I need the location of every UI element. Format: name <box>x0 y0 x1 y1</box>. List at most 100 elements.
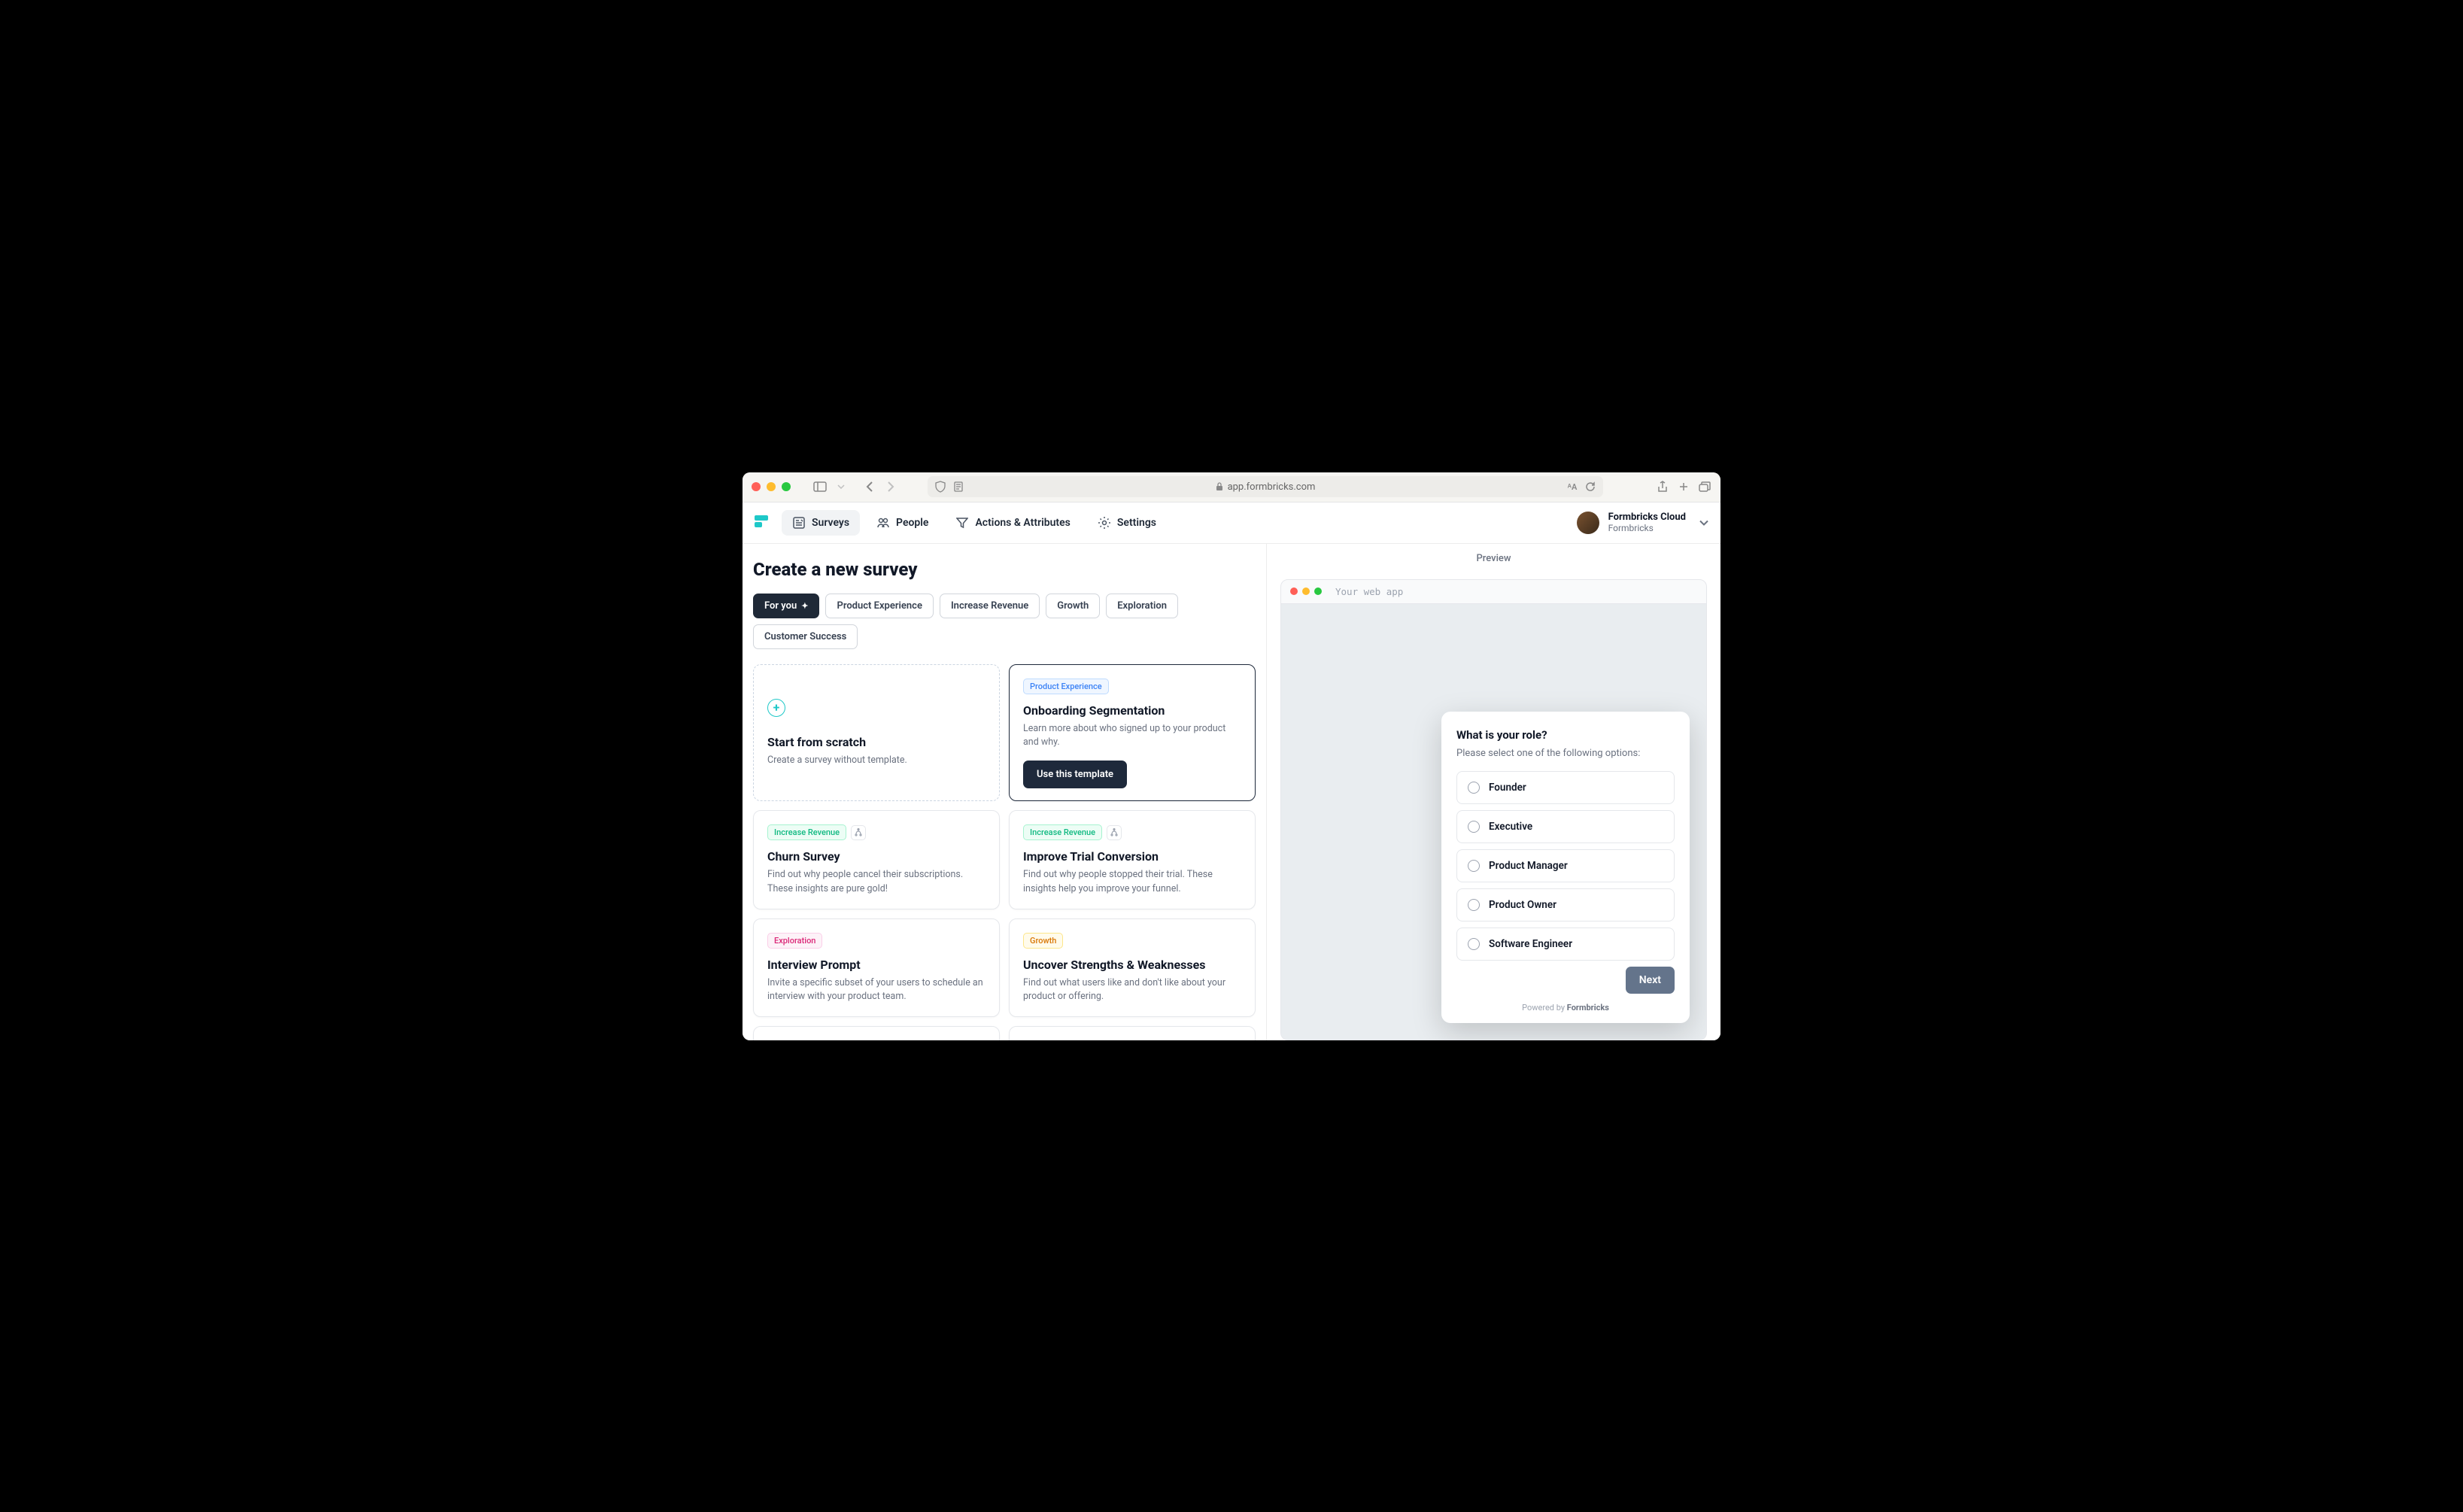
nav-settings[interactable]: Settings <box>1087 510 1167 536</box>
close-window-button[interactable] <box>752 482 761 491</box>
option-founder[interactable]: Founder <box>1456 771 1675 804</box>
forward-button[interactable] <box>884 480 897 493</box>
badge-increase-revenue: Increase Revenue <box>767 824 846 840</box>
card-desc: Find out why people cancel their subscri… <box>767 868 986 897</box>
badge-product-experience: Product Experience <box>1023 679 1109 694</box>
filter-for-you[interactable]: For you✦ <box>753 594 819 618</box>
avatar <box>1577 512 1599 534</box>
option-software-engineer[interactable]: Software Engineer <box>1456 928 1675 961</box>
maximize-window-button[interactable] <box>782 482 791 491</box>
filter-increase-revenue[interactable]: Increase Revenue <box>940 594 1040 618</box>
template-card-onboarding-segmentation[interactable]: Product Experience Onboarding Segmentati… <box>1009 664 1256 802</box>
back-button[interactable] <box>863 480 876 493</box>
content: Create a new survey For you✦ Product Exp… <box>743 544 1720 1040</box>
template-card-changing-subscription[interactable]: Increase Revenue Changing subscription e… <box>753 1026 1000 1040</box>
card-title: Start from scratch <box>767 735 986 749</box>
option-product-owner[interactable]: Product Owner <box>1456 888 1675 921</box>
nav-label: Actions & Attributes <box>975 517 1070 529</box>
sidebar-toggle-icon[interactable] <box>813 480 827 493</box>
card-title: Improve Trial Conversion <box>1023 849 1241 864</box>
frame-label: Your web app <box>1335 586 1403 597</box>
card-title: Churn Survey <box>767 849 986 864</box>
browser-window: app.formbricks.com ᴬA Surveys People <box>743 472 1720 1040</box>
filter-growth[interactable]: Growth <box>1046 594 1100 618</box>
new-tab-icon[interactable] <box>1677 480 1690 493</box>
template-card-uncover-strengths-weaknesses[interactable]: Growth Uncover Strengths & Weaknesses Fi… <box>1009 918 1256 1018</box>
template-card-churn-survey[interactable]: Increase Revenue Churn Survey Find out w… <box>753 810 1000 909</box>
formbricks-logo[interactable] <box>755 515 770 530</box>
account-switcher[interactable]: Formbricks Cloud Formbricks <box>1577 512 1708 534</box>
preview-tab-label: Preview <box>1267 544 1720 573</box>
option-executive[interactable]: Executive <box>1456 810 1675 843</box>
powered-by: Powered by Formbricks <box>1456 1003 1675 1013</box>
page-title: Create a new survey <box>753 559 1256 580</box>
template-card-identify-customer-goals[interactable]: Product Experience Identify Customer Goa… <box>1009 1026 1256 1040</box>
option-product-manager[interactable]: Product Manager <box>1456 849 1675 882</box>
nav-label: People <box>896 517 928 529</box>
reload-icon[interactable] <box>1584 480 1597 493</box>
settings-icon <box>1098 516 1111 530</box>
people-icon <box>876 516 890 530</box>
chevron-down-icon <box>1699 520 1708 526</box>
nav-surveys[interactable]: Surveys <box>782 510 860 536</box>
tabs-icon[interactable] <box>1698 480 1711 493</box>
address-bar[interactable]: app.formbricks.com ᴬA <box>928 476 1603 497</box>
template-card-improve-trial-conversion[interactable]: Increase Revenue Improve Trial Conversio… <box>1009 810 1256 909</box>
card-desc: Create a survey without template. <box>767 754 986 768</box>
preview-frame: Your web app What is your role? Please s… <box>1280 579 1707 1040</box>
lock-icon <box>1216 482 1223 491</box>
filter-customer-success[interactable]: Customer Success <box>753 624 858 649</box>
preview-panel: Preview Your web app What is your role? … <box>1266 544 1720 1040</box>
app-root: Surveys People Actions & Attributes Sett… <box>743 502 1720 1040</box>
reader-icon[interactable] <box>952 480 965 493</box>
radio-icon <box>1468 860 1480 872</box>
translate-icon[interactable]: ᴬA <box>1566 480 1579 493</box>
survey-widget: What is your role? Please select one of … <box>1441 712 1690 1023</box>
survey-subtext: Please select one of the following optio… <box>1456 748 1675 759</box>
minimize-window-button[interactable] <box>767 482 776 491</box>
card-title: Uncover Strengths & Weaknesses <box>1023 958 1241 972</box>
frame-body: What is your role? Please select one of … <box>1281 604 1706 1040</box>
start-from-scratch-card[interactable]: + Start from scratch Create a survey wit… <box>753 664 1000 802</box>
left-panel: Create a new survey For you✦ Product Exp… <box>743 544 1266 1040</box>
filter-product-experience[interactable]: Product Experience <box>825 594 933 618</box>
frame-traffic-lights <box>1290 587 1322 595</box>
frame-header: Your web app <box>1281 580 1706 604</box>
shield-icon[interactable] <box>934 480 947 493</box>
nav-actions-attributes[interactable]: Actions & Attributes <box>945 510 1080 536</box>
radio-icon <box>1468 899 1480 911</box>
nav-people[interactable]: People <box>866 510 939 536</box>
card-desc: Find out why people stopped their trial.… <box>1023 868 1241 897</box>
url-text: app.formbricks.com <box>1228 481 1316 493</box>
chevron-down-icon[interactable] <box>834 480 848 493</box>
card-title: Onboarding Segmentation <box>1023 703 1241 718</box>
toolbar-right-group <box>1656 480 1711 493</box>
filter-exploration[interactable]: Exploration <box>1106 594 1178 618</box>
nav-label: Settings <box>1117 517 1156 529</box>
badge-growth: Growth <box>1023 933 1063 949</box>
filter-bar: For you✦ Product Experience Increase Rev… <box>753 594 1256 649</box>
survey-question: What is your role? <box>1456 728 1675 742</box>
share-icon[interactable] <box>1656 480 1669 493</box>
app-header: Surveys People Actions & Attributes Sett… <box>743 502 1720 544</box>
card-desc: Invite a specific subset of your users t… <box>767 976 986 1005</box>
next-button[interactable]: Next <box>1626 967 1675 994</box>
account-name: Formbricks Cloud <box>1608 512 1686 523</box>
card-desc: Learn more about who signed up to your p… <box>1023 722 1241 751</box>
browser-toolbar: app.formbricks.com ᴬA <box>743 472 1720 502</box>
card-desc: Find out what users like and don't like … <box>1023 976 1241 1005</box>
badge-increase-revenue: Increase Revenue <box>1023 824 1102 840</box>
nav-label: Surveys <box>812 517 849 529</box>
filter-icon <box>955 516 969 530</box>
radio-icon <box>1468 821 1480 833</box>
radio-icon <box>1468 782 1480 794</box>
window-traffic-lights[interactable] <box>752 482 791 491</box>
radio-icon <box>1468 938 1480 950</box>
sparkle-icon: ✦ <box>801 601 808 611</box>
template-card-interview-prompt[interactable]: Exploration Interview Prompt Invite a sp… <box>753 918 1000 1018</box>
surveys-icon <box>792 516 806 530</box>
account-org: Formbricks <box>1608 523 1686 533</box>
use-template-button[interactable]: Use this template <box>1023 761 1127 788</box>
branch-icon <box>1107 825 1122 840</box>
plus-circle-icon: + <box>767 699 785 717</box>
